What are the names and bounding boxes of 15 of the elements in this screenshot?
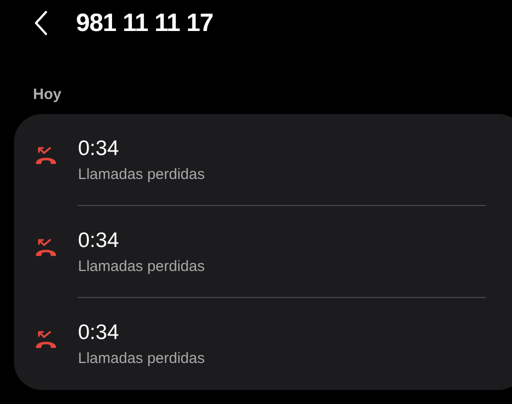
- missed-call-icon: [35, 146, 57, 166]
- section-label: Hoy: [32, 85, 62, 105]
- missed-call-icon: [35, 238, 57, 258]
- call-entry[interactable]: 0:34 Llamadas perdidas: [14, 206, 512, 298]
- missed-call-icon: [35, 330, 57, 350]
- call-type: Llamadas perdidas: [78, 258, 206, 275]
- call-time: 0:34: [78, 320, 120, 346]
- call-time: 0:34: [78, 228, 120, 254]
- call-type: Llamadas perdidas: [78, 350, 206, 367]
- contact-number: 981 11 11 17: [76, 8, 214, 38]
- call-type: Llamadas perdidas: [78, 166, 206, 183]
- call-entry[interactable]: 0:34 Llamadas perdidas: [14, 114, 512, 206]
- call-time: 0:34: [78, 136, 120, 162]
- back-icon[interactable]: [34, 10, 48, 36]
- call-entry[interactable]: 0:34 Llamadas perdidas: [14, 298, 512, 390]
